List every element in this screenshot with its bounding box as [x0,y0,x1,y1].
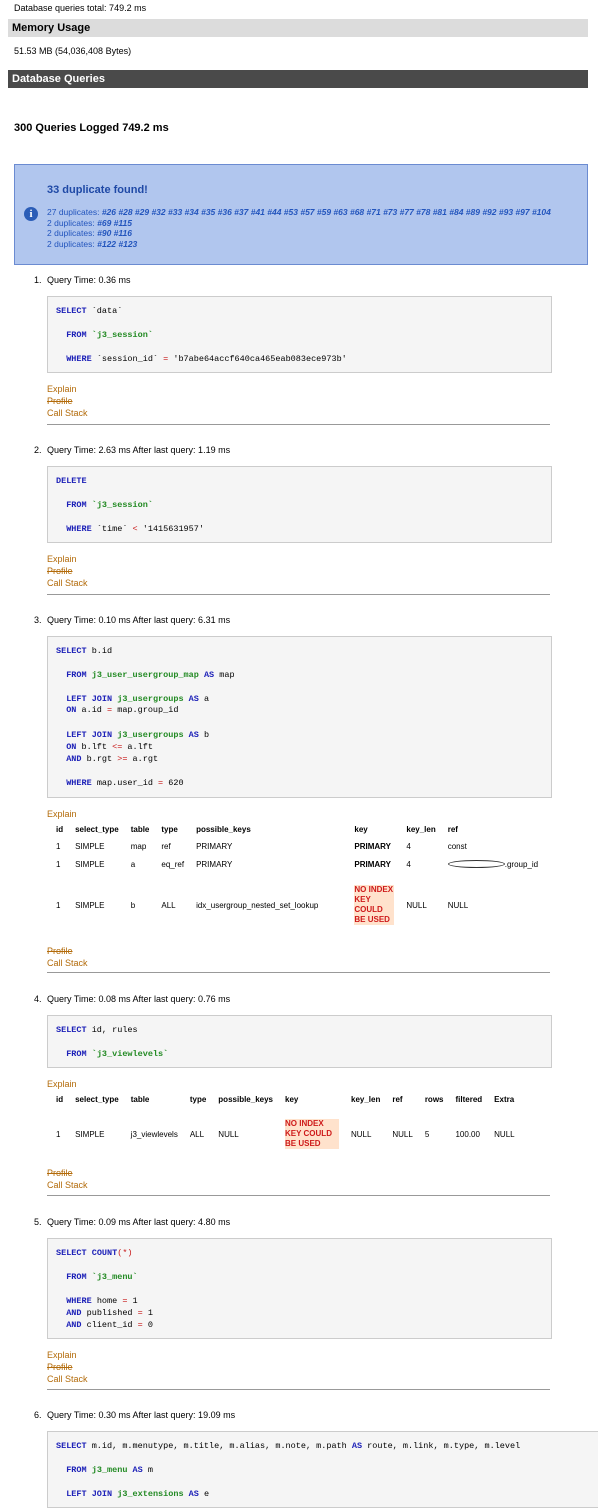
explain-link[interactable]: Explain [47,1349,88,1361]
memory-value: 51.53 MB (54,036,408 Bytes) [14,46,132,56]
sql-code-block: SELECT `data` FROM `j3_session` WHERE `s… [47,296,552,373]
explain-header-row: id select_type table type possible_keys … [56,824,458,834]
query-number: 6. [34,1410,42,1420]
memory-usage-header[interactable]: Memory Usage [8,19,588,37]
profile-link[interactable]: Profile [47,565,88,577]
sql-code-block: SELECT id, rules FROM `j3_viewlevels` [47,1015,552,1068]
duplicates-panel: 33 duplicate found! i 27 duplicates: #26… [14,164,588,265]
divider [47,594,550,595]
info-icon: i [24,207,38,221]
divider [47,1195,550,1196]
table-row: 1 SIMPLE map ref PRIMARY PRIMARY 4 const [56,841,467,851]
query-time: Query Time: 0.30 ms After last query: 19… [47,1410,236,1420]
queries-logged-title: 300 Queries Logged 749.2 ms [14,122,169,134]
duplicate-line: 27 duplicates: #26 #28 #29 #32 #33 #34 #… [47,207,551,217]
explain-table: id select_type table type possible_keys … [50,821,544,937]
explain-link[interactable]: Explain [47,553,88,565]
explain-table: id select_type table type possible_keys … [50,1091,521,1161]
explain-header-row: id select_type table type possible_keys … [56,1094,515,1104]
duplicate-ids-link[interactable]: #90 #116 [97,228,132,238]
query-number: 5. [34,1217,42,1227]
query-number: 1. [34,275,42,285]
divider [47,972,550,973]
query-number: 2. [34,445,42,455]
duplicate-ids-link[interactable]: #26 #28 #29 #32 #33 #34 #35 #36 #37 #41 … [102,207,551,217]
redaction-mark [447,860,505,869]
duplicate-line: 2 duplicates: #122 #123 [47,238,138,249]
sql-code-block: SELECT b.id FROM j3_user_usergroup_map A… [47,636,552,798]
duplicate-ids-link[interactable]: #122 #123 [97,239,137,249]
explain-link[interactable]: Explain [47,1078,77,1090]
query-number: 4. [34,994,42,1004]
call-stack-link[interactable]: Call Stack [47,1179,88,1191]
duplicate-ids-link[interactable]: #69 #115 [97,218,132,228]
table-row: 1 SIMPLE a eq_ref PRIMARY PRIMARY 4 .gro… [56,859,539,869]
explain-link[interactable]: Explain [47,383,88,395]
duplicates-title: 33 duplicate found! [47,184,148,196]
no-index-warning: NO INDEX KEY COULD BE USED [354,885,395,925]
profile-link[interactable]: Profile [47,1361,88,1373]
call-stack-link[interactable]: Call Stack [47,577,88,589]
database-queries-header[interactable]: Database Queries [8,70,588,88]
profile-link[interactable]: Profile [47,1167,88,1179]
sql-code-block: SELECT COUNT(*) FROM `j3_menu` WHERE hom… [47,1238,552,1339]
duplicates-list: 27 duplicates: #26 #28 #29 #32 #33 #34 #… [47,207,567,249]
sql-code-block: DELETE FROM `j3_session` WHERE `time` < … [47,466,552,543]
query-time: Query Time: 2.63 ms After last query: 1.… [47,445,231,455]
no-index-warning: NO INDEX KEY COULD BE USED [285,1119,339,1149]
divider [47,1389,550,1390]
db-total-text: Database queries total: 749.2 ms [14,3,147,13]
query-number: 3. [34,615,42,625]
table-row: 1 SIMPLE j3_viewlevels ALL NULL NO INDEX… [56,1119,515,1149]
table-row: 1 SIMPLE b ALL idx_usergroup_nested_set_… [56,885,469,925]
call-stack-link[interactable]: Call Stack [47,407,88,419]
profile-link[interactable]: Profile [47,395,88,407]
call-stack-link[interactable]: Call Stack [47,957,88,969]
divider [47,424,550,425]
duplicate-line: 2 duplicates: #69 #115 [47,217,132,228]
explain-link[interactable]: Explain [47,808,77,820]
query-time: Query Time: 0.09 ms After last query: 4.… [47,1217,231,1227]
call-stack-link[interactable]: Call Stack [47,1373,88,1385]
sql-code-block: SELECT m.id, m.menutype, m.title, m.alia… [47,1431,598,1508]
duplicate-line: 2 duplicates: #90 #116 [47,228,132,238]
query-time: Query Time: 0.10 ms After last query: 6.… [47,615,231,625]
profile-link[interactable]: Profile [47,945,88,957]
query-time: Query Time: 0.08 ms After last query: 0.… [47,994,231,1004]
query-time: Query Time: 0.36 ms [47,275,131,285]
